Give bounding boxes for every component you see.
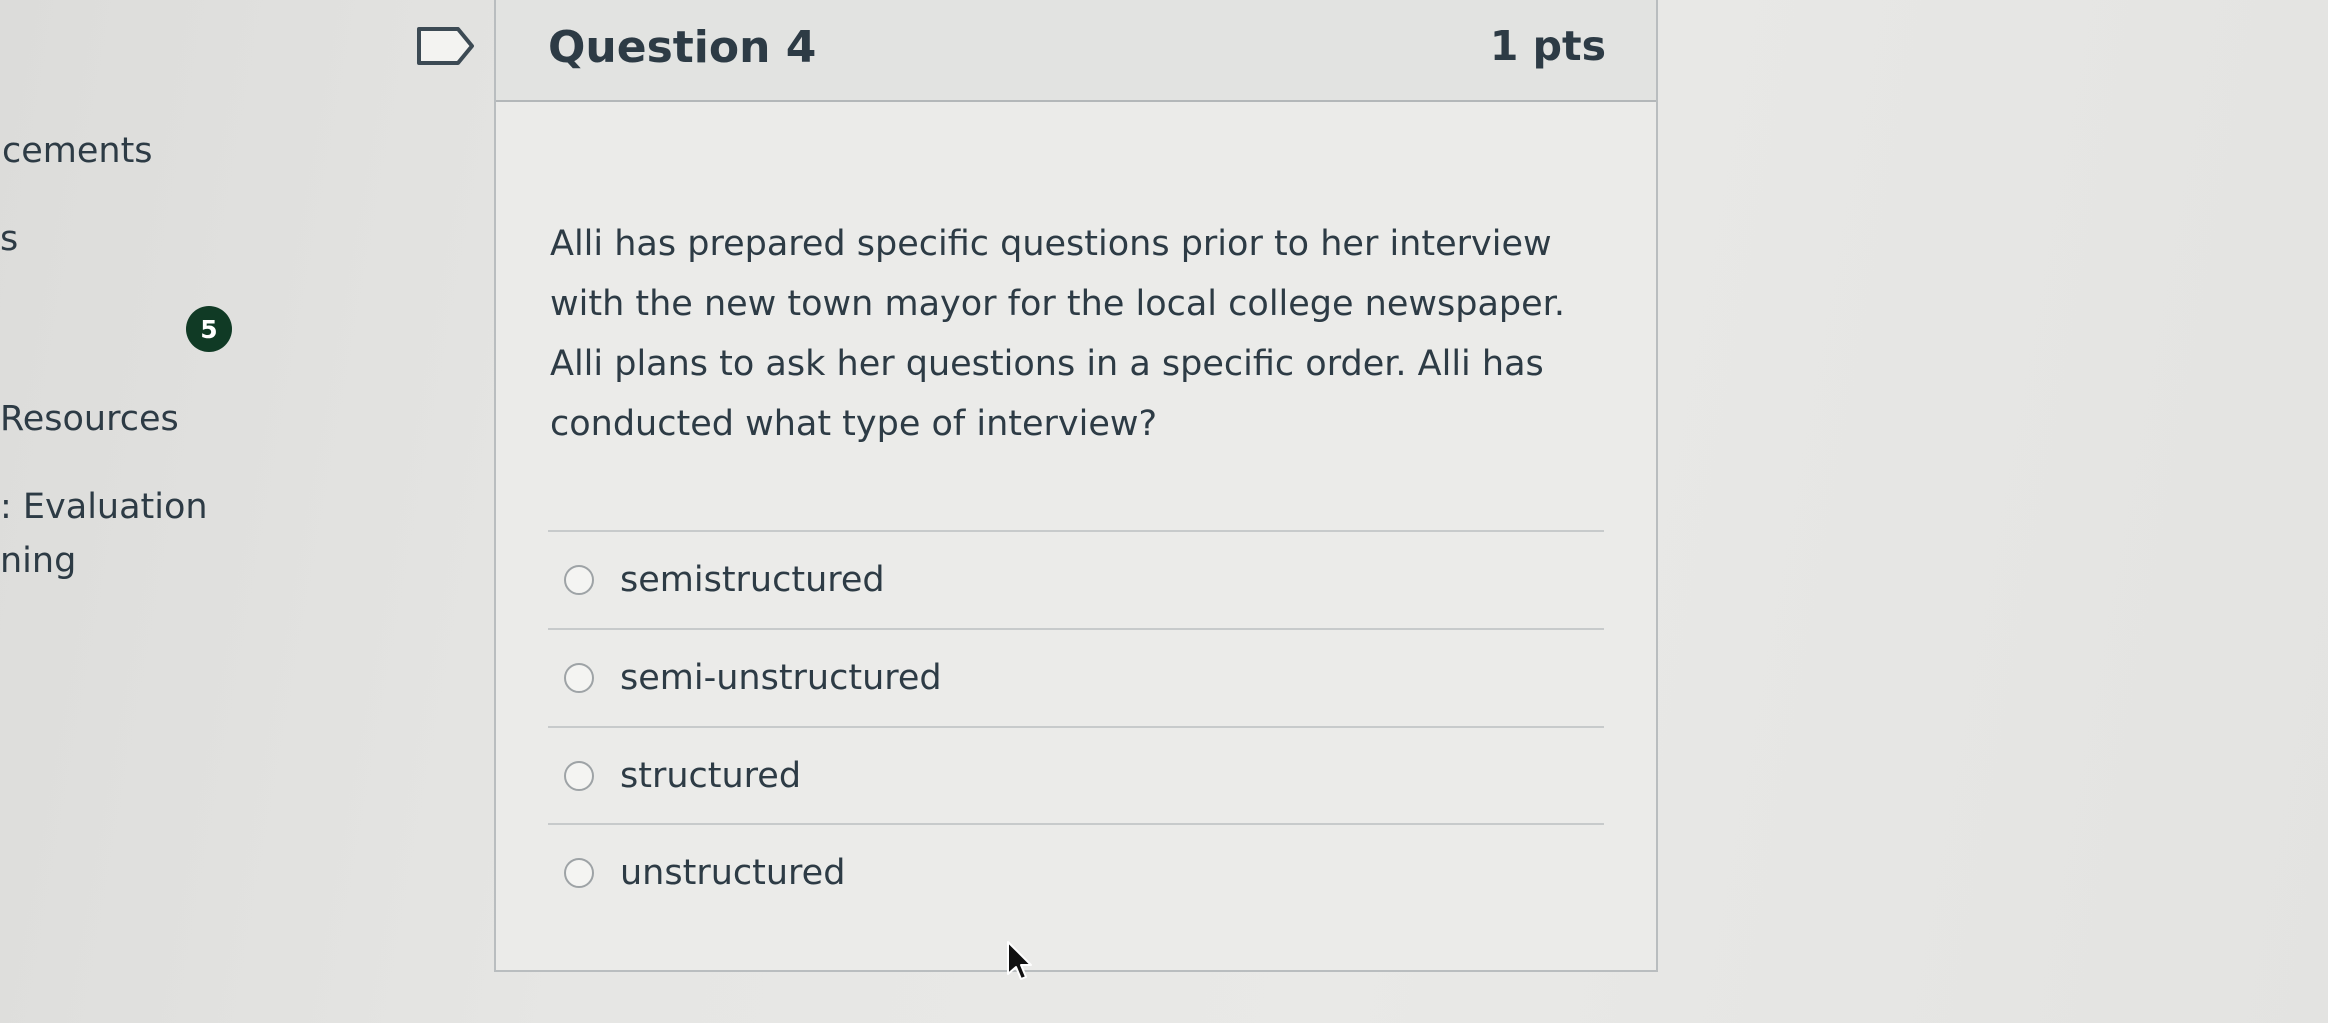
radio-button-icon[interactable]: [564, 663, 594, 693]
answer-label: structured: [620, 756, 802, 796]
question-header: Question 4 1 pts: [496, 0, 1656, 102]
answer-option-unstructured[interactable]: unstructured: [564, 848, 845, 898]
answer-label: unstructured: [620, 853, 846, 893]
answer-option-structured[interactable]: structured: [564, 751, 801, 801]
nav-item-announcements[interactable]: cements: [2, 134, 153, 169]
bookmark-flag-icon[interactable]: [416, 26, 476, 66]
radio-button-icon[interactable]: [564, 761, 594, 791]
answer-label: semi-unstructured: [620, 658, 942, 698]
answer-label: semistructured: [620, 560, 885, 600]
nav-item-training[interactable]: ning: [0, 544, 76, 579]
answer-option-semi-unstructured[interactable]: semi-unstructured: [564, 653, 942, 703]
radio-button-icon[interactable]: [564, 565, 594, 595]
radio-button-icon[interactable]: [564, 858, 594, 888]
answer-divider: [548, 628, 1604, 630]
question-title: Question 4: [548, 22, 817, 73]
question-card: Question 4 1 pts Alli has prepared speci…: [494, 0, 1658, 972]
unread-count-badge: 5: [186, 306, 232, 352]
mouse-pointer-icon: [1007, 941, 1032, 980]
answer-divider: [548, 726, 1604, 728]
answer-divider: [548, 530, 1604, 532]
nav-item-resources[interactable]: Resources: [0, 402, 179, 437]
question-points: 1 pts: [1489, 22, 1606, 70]
nav-item-evaluation[interactable]: : Evaluation: [0, 490, 208, 525]
answer-divider: [548, 823, 1604, 825]
nav-item-modules[interactable]: s: [0, 222, 18, 257]
question-text: Alli has prepared specific questions pri…: [550, 224, 1565, 444]
answer-option-semistructured[interactable]: semistructured: [564, 555, 885, 605]
